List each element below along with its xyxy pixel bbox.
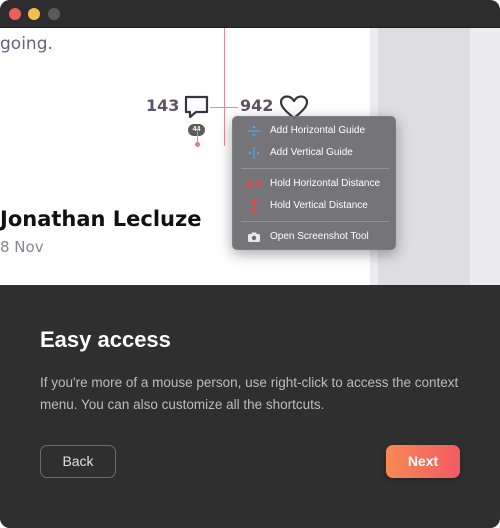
onboarding-title: Easy access — [40, 327, 171, 352]
menu-item-label: Open Screenshot Tool — [270, 231, 369, 242]
menu-separator — [241, 168, 389, 169]
distance-marker-dot — [195, 142, 200, 147]
next-button[interactable]: Next — [386, 445, 460, 478]
post-text-snippet: going. — [0, 34, 53, 54]
vertical-guide-icon — [248, 147, 260, 159]
menu-separator — [241, 221, 389, 222]
app-window: going. 143 44 942 Jonathan Lecluze 8 Nov — [0, 0, 500, 528]
context-menu: Add Horizontal Guide Add Vertical Guide … — [232, 116, 396, 250]
horizontal-guide-icon — [248, 125, 260, 137]
back-button[interactable]: Back — [40, 445, 116, 478]
preview-edge — [470, 28, 500, 285]
vertical-guide-line — [224, 28, 225, 146]
menu-item-add-vertical-guide[interactable]: Add Vertical Guide — [233, 142, 397, 164]
menu-item-add-horizontal-guide[interactable]: Add Horizontal Guide — [233, 120, 397, 142]
menu-item-open-screenshot-tool[interactable]: Open Screenshot Tool — [233, 226, 397, 248]
menu-item-hold-horizontal-distance[interactable]: Hold Horizontal Distance — [233, 173, 397, 195]
minimize-window-button[interactable] — [28, 8, 40, 20]
vertical-distance-icon — [250, 199, 258, 213]
horizontal-distance-icon — [247, 180, 261, 188]
preview-illustration: going. 143 44 942 Jonathan Lecluze 8 Nov — [0, 28, 500, 285]
horizontal-guide-line — [210, 107, 238, 108]
post-date: 8 Nov — [0, 238, 44, 256]
comment-icon — [184, 95, 209, 119]
menu-item-label: Hold Vertical Distance — [270, 200, 368, 211]
maximize-window-button[interactable] — [48, 8, 60, 20]
likes-count: 942 — [240, 96, 274, 115]
author-name: Jonathan Lecluze — [0, 207, 202, 231]
close-window-button[interactable] — [9, 8, 21, 20]
menu-item-label: Add Vertical Guide — [270, 147, 353, 158]
camera-icon — [248, 232, 260, 242]
menu-item-label: Add Horizontal Guide — [270, 125, 366, 136]
onboarding-description: If you're more of a mouse person, use ri… — [40, 375, 459, 412]
title-bar — [0, 0, 500, 28]
comments-count: 143 — [146, 96, 180, 115]
menu-item-hold-vertical-distance[interactable]: Hold Vertical Distance — [233, 195, 397, 217]
menu-item-label: Hold Horizontal Distance — [270, 178, 381, 189]
